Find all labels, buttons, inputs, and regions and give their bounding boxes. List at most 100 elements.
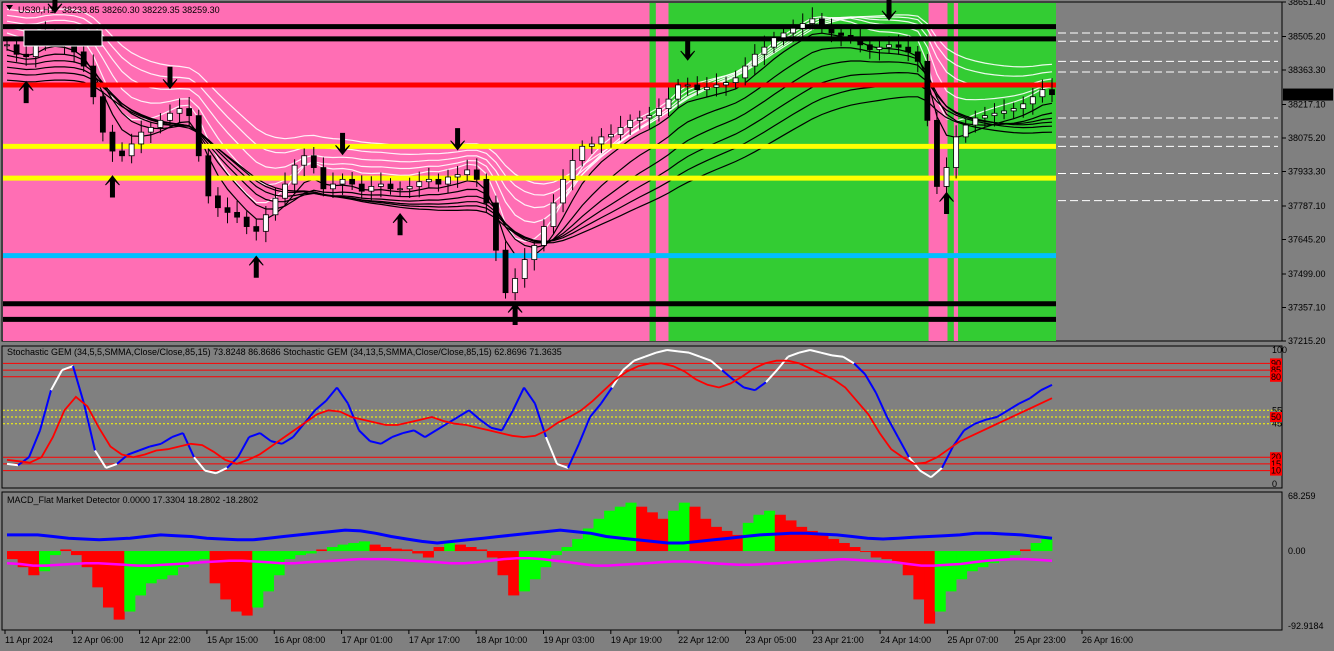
candle-body — [330, 183, 336, 190]
candle-body — [167, 112, 173, 121]
macd-tick-label: 0.00 — [1288, 546, 1306, 556]
candle-body — [627, 119, 634, 128]
stochastic-fast-segment — [831, 354, 844, 358]
stochastic-level-badge-label: 50 — [1271, 412, 1281, 422]
candle-body — [646, 115, 653, 119]
macd-histogram-bar — [934, 551, 946, 612]
time-tick-label: 12 Apr 22:00 — [140, 635, 191, 645]
candle-body — [857, 37, 864, 46]
candle-body — [502, 249, 509, 294]
candle-body — [550, 202, 557, 227]
price-tick-label: 38217.10 — [1288, 100, 1326, 110]
macd-histogram-bar — [1009, 551, 1021, 556]
candle-body — [157, 119, 164, 128]
time-tick-label: 17 Apr 01:00 — [342, 635, 393, 645]
macd-histogram-bar — [380, 547, 392, 552]
time-tick-label: 26 Apr 16:00 — [1082, 635, 1133, 645]
ohlc-readout: 38233.85 38260.30 38229.35 38259.30 — [62, 5, 220, 15]
macd-histogram-bar — [422, 551, 434, 558]
candle-body — [579, 145, 586, 161]
candle-body — [282, 183, 288, 199]
candle-body — [780, 32, 787, 39]
candle-body — [953, 136, 960, 168]
candle-body — [866, 44, 873, 50]
time-tick-label: 15 Apr 15:00 — [207, 635, 258, 645]
candle-body — [751, 53, 758, 67]
candle-body — [799, 23, 806, 29]
stochastic-fast-segment — [6, 462, 19, 467]
macd-histogram-bar — [945, 551, 957, 592]
macd-histogram-bar — [881, 551, 893, 560]
candle-body — [972, 117, 979, 126]
candle-body — [924, 60, 931, 121]
candle-body — [234, 212, 240, 218]
price-tick-label: 37645.20 — [1288, 235, 1326, 245]
symbol-title: US30,H1 — [18, 5, 55, 15]
macd-histogram-bar — [60, 549, 72, 552]
macd-histogram-bar — [572, 538, 584, 552]
price-tick-label: 37933.30 — [1288, 167, 1326, 177]
stochastic-title: Stochastic GEM (34,5,5,SMMA,Close/Close,… — [7, 347, 562, 357]
time-tick-label: 23 Apr 05:00 — [745, 635, 796, 645]
candle-body — [886, 44, 892, 48]
candle-body — [243, 216, 250, 227]
time-tick-label: 12 Apr 06:00 — [72, 635, 123, 645]
macd-histogram-bar — [134, 551, 147, 596]
macd-histogram-bar — [444, 542, 456, 552]
candle-body — [1020, 103, 1027, 109]
candle-body — [301, 155, 308, 166]
mrd-badge: MRD — [23, 29, 103, 47]
macd-histogram-bar — [305, 551, 317, 554]
macd-histogram-bar — [625, 502, 637, 552]
stochastic-panel[interactable]: 1005545090858050201510 — [1, 345, 1287, 489]
macd-histogram-bar — [28, 551, 40, 576]
macd-histogram-bar — [284, 551, 296, 560]
time-tick-label: 19 Apr 19:00 — [611, 635, 662, 645]
candle-body — [416, 181, 423, 187]
price-panel[interactable]: MRD — [1, 0, 1283, 342]
macd-histogram-bar — [977, 551, 989, 568]
candle-body — [771, 37, 777, 48]
macd-histogram-bar — [188, 551, 200, 561]
candle-body — [761, 46, 768, 55]
macd-histogram-bar — [476, 549, 488, 552]
price-tick-label: 38505.20 — [1288, 32, 1326, 42]
macd-histogram-bar — [92, 551, 104, 588]
candle-body — [13, 44, 20, 55]
candle-body — [186, 108, 193, 117]
macd-histogram-bar — [209, 551, 221, 584]
macd-histogram-bar — [81, 551, 93, 568]
candle-body — [617, 127, 624, 135]
candle-body — [636, 117, 643, 121]
macd-histogram-bar — [796, 526, 808, 552]
candle-body — [1039, 89, 1046, 98]
candle-body — [962, 124, 969, 138]
candle-body — [1029, 96, 1036, 105]
candle-body — [205, 155, 212, 197]
time-tick-label: 18 Apr 10:00 — [476, 635, 527, 645]
macd-histogram-bar — [7, 551, 19, 560]
candle-body — [368, 186, 375, 192]
candle-body — [560, 178, 566, 204]
candle-body — [847, 34, 854, 39]
candle-body — [262, 214, 269, 232]
candle-body — [943, 167, 950, 187]
macd-histogram-bar — [326, 547, 338, 552]
candle-body — [684, 84, 691, 87]
time-tick-label: 25 Apr 23:00 — [1015, 635, 1066, 645]
macd-histogram-bar — [124, 551, 136, 612]
macd-histogram-bar — [614, 506, 626, 552]
candle-body — [215, 195, 221, 209]
last-price-label: 38259.30 — [1286, 90, 1324, 100]
candle-body — [310, 155, 317, 168]
stochastic-tick-label: 100 — [1272, 345, 1287, 355]
candle-body — [387, 183, 394, 190]
macd-histogram-bar — [689, 506, 701, 552]
mrd-badge-label: MRD — [53, 34, 74, 44]
candle-body — [176, 108, 183, 114]
macd-histogram-bar — [358, 541, 370, 552]
candle-body — [876, 46, 883, 50]
candle-body — [99, 96, 106, 133]
macd-panel[interactable]: 68.259 0.00 -92.9184 — [1, 491, 1324, 631]
candle-body — [377, 183, 384, 187]
